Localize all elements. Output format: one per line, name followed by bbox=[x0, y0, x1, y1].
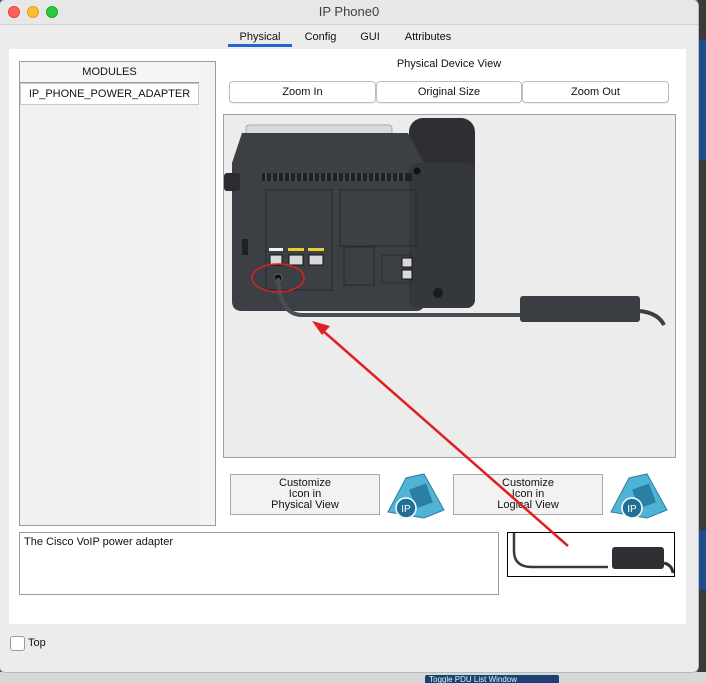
module-item-power-adapter[interactable]: IP_PHONE_POWER_ADAPTER bbox=[20, 83, 199, 105]
background-desktop bbox=[698, 0, 706, 683]
ip-phone-logical-icon: IP bbox=[610, 473, 668, 519]
tab-attributes[interactable]: Attributes bbox=[398, 28, 458, 46]
modules-list: MODULES IP_PHONE_POWER_ADAPTER bbox=[19, 61, 200, 526]
ip-phone-icon: IP bbox=[387, 473, 445, 519]
background-taskbar: Toggle PDU List Window bbox=[0, 672, 706, 683]
module-description: The Cisco VoIP power adapter bbox=[19, 532, 499, 595]
title-bar[interactable]: IP Phone0 bbox=[0, 0, 698, 25]
tab-gui[interactable]: GUI bbox=[352, 28, 388, 46]
ip-badge-text: IP bbox=[627, 504, 637, 515]
zoom-in-button[interactable]: Zoom In bbox=[229, 81, 376, 103]
top-checkbox[interactable] bbox=[10, 636, 25, 651]
tab-config[interactable]: Config bbox=[298, 28, 343, 46]
customize-logical-label: Customize Icon in Logical View bbox=[497, 477, 559, 511]
customize-physical-icon-button[interactable]: Customize Icon in Physical View bbox=[230, 474, 380, 515]
physical-view-label: Physical Device View bbox=[396, 58, 502, 70]
ip-badge-text: IP bbox=[401, 504, 411, 515]
device-window: IP Phone0 Physical Config GUI Attributes… bbox=[0, 0, 698, 672]
modules-header: MODULES bbox=[20, 62, 199, 83]
customize-logical-icon-button[interactable]: Customize Icon in Logical View bbox=[453, 474, 603, 515]
ip-phone-back-image bbox=[224, 118, 666, 326]
zoom-out-button[interactable]: Zoom Out bbox=[522, 81, 669, 103]
modules-scrollbar[interactable] bbox=[199, 61, 216, 526]
original-size-button[interactable]: Original Size bbox=[376, 81, 522, 103]
tab-physical[interactable]: Physical bbox=[228, 28, 292, 47]
customize-physical-label: Customize Icon in Physical View bbox=[271, 477, 339, 511]
window-title: IP Phone0 bbox=[318, 4, 380, 19]
physical-device-view[interactable] bbox=[223, 114, 676, 458]
top-checkbox-label: Top bbox=[28, 637, 46, 649]
module-thumbnail bbox=[507, 532, 675, 577]
taskbar-item[interactable]: Toggle PDU List Window bbox=[425, 675, 559, 683]
